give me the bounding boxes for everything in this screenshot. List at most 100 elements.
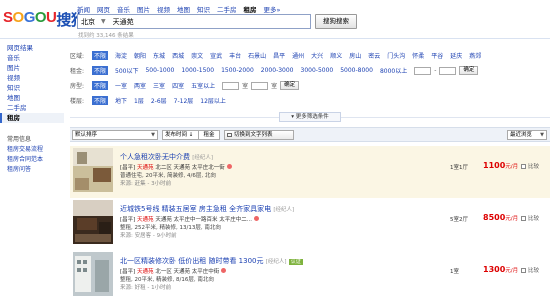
filter-option[interactable]: 平谷 <box>431 51 443 60</box>
map-pin-icon[interactable] <box>253 216 259 221</box>
filter-option[interactable]: 西城 <box>172 51 184 60</box>
listing-title-text[interactable]: 个人急租次卧无中介费 <box>120 153 190 161</box>
search-query[interactable]: 天通苑 <box>113 17 134 27</box>
sidebar-item-knowledge[interactable]: 知识 <box>0 83 64 93</box>
filter-option[interactable]: 三室 <box>153 81 165 90</box>
listing-title-text[interactable]: 近城铁5号线 精装五居室 房主急租 全齐家具家电 <box>120 205 271 213</box>
filter-option[interactable]: 房山 <box>349 51 361 60</box>
filter-option[interactable]: 昌平 <box>273 51 285 60</box>
filter-option[interactable]: 不限 <box>92 51 109 60</box>
filter-option[interactable]: 朝阳 <box>134 51 146 60</box>
filter-option[interactable]: 崇文 <box>191 51 203 60</box>
rent-min-input[interactable] <box>414 66 432 75</box>
filter-option[interactable]: 不限 <box>92 96 109 105</box>
listing-photo[interactable] <box>73 252 113 296</box>
sidebar-item-images[interactable]: 图片 <box>0 63 64 73</box>
filter-option[interactable]: 500以下 <box>115 66 138 75</box>
compare-control[interactable]: 比较 <box>521 214 539 222</box>
filter-option[interactable]: 顺义 <box>330 51 342 60</box>
listing-rooms: 1室1厅 <box>450 165 468 171</box>
rooms-confirm-button[interactable]: 确定 <box>280 81 300 90</box>
listing-title[interactable]: 个人急租次卧无中介费 [经纪人] <box>120 152 213 162</box>
filter-option[interactable]: 怀柔 <box>412 51 424 60</box>
recent-views-dropdown[interactable]: 最近浏览 ▼ <box>507 130 547 140</box>
filter-option[interactable]: 不限 <box>92 66 109 75</box>
sort-rent-button[interactable]: 租金 <box>198 130 220 140</box>
compare-checkbox[interactable] <box>521 163 526 169</box>
filter-option[interactable]: 四室 <box>172 81 184 90</box>
search-button[interactable]: 搜狗搜索 <box>315 14 357 29</box>
nav-news[interactable]: 新闻 <box>77 4 90 14</box>
search-input[interactable]: 北京 ▼ 天通苑 <box>77 14 311 29</box>
nav-map[interactable]: 地图 <box>177 4 190 14</box>
filter-option[interactable]: 1500-2000 <box>221 67 254 74</box>
nav-secondhand[interactable]: 二手房 <box>217 4 237 14</box>
filter-option[interactable]: 500-1000 <box>145 67 174 74</box>
filter-option[interactable]: 延庆 <box>450 51 462 60</box>
nav-knowledge[interactable]: 知识 <box>197 4 210 14</box>
sidebar-item-music[interactable]: 音乐 <box>0 53 64 63</box>
agent-tag: [经纪人] <box>265 259 287 265</box>
sogou-logo[interactable]: SOGOU搜狗 <box>3 9 86 31</box>
listing-photo[interactable] <box>73 148 113 192</box>
filter-option[interactable]: 5000-8000 <box>340 67 373 74</box>
filter-option[interactable]: 2-6层 <box>151 96 167 105</box>
filter-option[interactable]: 不限 <box>92 81 109 90</box>
rent-confirm-button[interactable]: 确定 <box>459 66 479 75</box>
sidebar-link-faq[interactable]: 租房问答 <box>0 165 64 175</box>
nav-web[interactable]: 网页 <box>97 4 110 14</box>
filter-option[interactable]: 3000-5000 <box>301 67 334 74</box>
filter-option[interactable]: 石景山 <box>248 51 266 60</box>
filter-option[interactable]: 一室 <box>115 81 127 90</box>
map-pin-icon[interactable] <box>221 268 227 273</box>
compare-checkbox[interactable] <box>521 215 526 221</box>
city-dropdown-icon[interactable]: ▼ <box>101 18 113 25</box>
filter-option[interactable]: 燕郊 <box>469 51 481 60</box>
filter-option[interactable]: 门头沟 <box>387 51 405 60</box>
filter-option[interactable]: 2000-3000 <box>261 67 294 74</box>
listing-title[interactable]: 北一区精装修次卧 低价出租 随时带看 1300元 [经纪人] 认证 <box>120 256 303 266</box>
compare-control[interactable]: 比较 <box>521 266 539 274</box>
nav-more[interactable]: 更多» <box>264 4 281 14</box>
filter-option[interactable]: 两室 <box>134 81 146 90</box>
sidebar-item-map[interactable]: 地图 <box>0 93 64 103</box>
sidebar-link-process[interactable]: 租房交易流程 <box>0 145 64 155</box>
listing-title[interactable]: 近城铁5号线 精装五居室 房主急租 全齐家具家电 [经纪人] <box>120 204 294 214</box>
nav-images[interactable]: 图片 <box>137 4 150 14</box>
listing-rooms: 1室 <box>450 269 459 275</box>
filter-option[interactable]: 海淀 <box>115 51 127 60</box>
filter-option[interactable]: 密云 <box>368 51 380 60</box>
listing-photo[interactable] <box>73 200 113 244</box>
filter-option[interactable]: 五室以上 <box>191 81 215 90</box>
sidebar-item-secondhand[interactable]: 二手房 <box>0 103 64 113</box>
filter-option[interactable]: 1层 <box>134 96 144 105</box>
rooms-min-input[interactable] <box>222 81 240 90</box>
nav-music[interactable]: 音乐 <box>117 4 130 14</box>
rent-max-input[interactable] <box>439 66 457 75</box>
compare-control[interactable]: 比较 <box>521 162 539 170</box>
sidebar-link-contract[interactable]: 租房合同范本 <box>0 155 64 165</box>
filter-option[interactable]: 通州 <box>292 51 304 60</box>
nav-video[interactable]: 视频 <box>157 4 170 14</box>
filter-option[interactable]: 地下 <box>115 96 127 105</box>
rooms-max-input[interactable] <box>251 81 269 90</box>
filter-option[interactable]: 东城 <box>153 51 165 60</box>
more-filters-button[interactable]: ▾ 更多筛选条件 <box>279 112 341 122</box>
logo-text: SOGOU搜狗 <box>3 9 86 30</box>
filter-option[interactable]: 12层以上 <box>200 96 226 105</box>
toggle-text-list-button[interactable]: 切换到文字列表 <box>224 130 294 140</box>
sidebar-item-web[interactable]: 网页结果 <box>0 43 64 53</box>
compare-checkbox[interactable] <box>521 267 526 273</box>
filter-option[interactable]: 大兴 <box>311 51 323 60</box>
default-sort-select[interactable]: 默认排序 ▼ <box>72 130 158 140</box>
filter-option[interactable]: 7-12层 <box>174 96 194 105</box>
filter-option[interactable]: 宣武 <box>210 51 222 60</box>
header-divider <box>0 38 550 39</box>
filter-option[interactable]: 丰台 <box>229 51 241 60</box>
filter-option[interactable]: 1000-1500 <box>181 67 214 74</box>
city-selector[interactable]: 北京 <box>81 17 101 27</box>
listing-title-text[interactable]: 北一区精装修次卧 低价出租 随时带看 1300元 <box>120 257 264 265</box>
filter-option[interactable]: 8000以上 <box>380 66 407 75</box>
sidebar-item-video[interactable]: 视频 <box>0 73 64 83</box>
map-pin-icon[interactable] <box>226 164 232 169</box>
